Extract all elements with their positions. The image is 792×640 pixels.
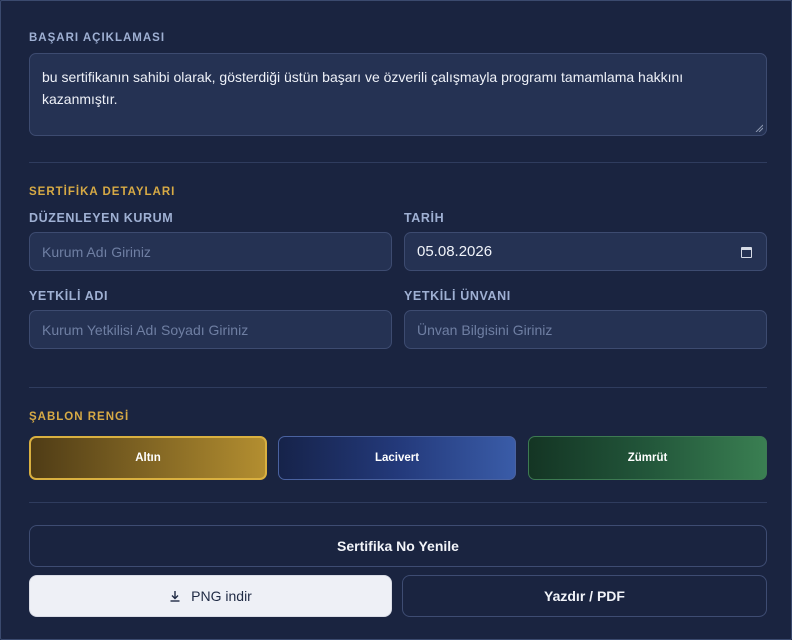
org-label: DÜZENLEYEN KURUM [29,211,174,225]
template-navy-label: Lacivert [374,452,420,464]
calendar-icon[interactable] [741,247,752,258]
achievement-text-line2: kazanmıştır. [42,91,118,107]
renew-label: Sertifika No Yenile [337,538,459,554]
auth-name-placeholder: Kurum Yetkilisi Adı Soyadı Giriniz [42,321,249,338]
divider [29,162,767,163]
renew-certificate-no-button[interactable]: Sertifika No Yenile [29,525,767,567]
auth-name-input[interactable]: Kurum Yetkilisi Adı Soyadı Giriniz [29,310,392,349]
achievement-section-label: BAŞARI AÇIKLAMASI [29,32,166,44]
date-input[interactable]: 05.08.2026 [404,232,767,271]
template-gold-button[interactable]: Altın [29,436,267,480]
achievement-textarea[interactable]: bu sertifikanın sahibi olarak, gösterdiğ… [29,53,767,136]
details-section-label: SERTİFİKA DETAYLARI [29,186,176,198]
certificate-settings-panel: BAŞARI AÇIKLAMASI bu sertifikanın sahibi… [0,0,792,640]
template-gold-label: Altın [135,452,161,464]
achievement-text-line1: bu sertifikanın sahibi olarak, gösterdiğ… [42,69,684,85]
org-input[interactable]: Kurum Adı Giriniz [29,232,392,271]
template-section-label: ŞABLON RENGİ [29,411,130,423]
auth-title-input[interactable]: Ünvan Bilgisini Giriniz [404,310,767,349]
template-emerald-label: Zümrüt [627,452,668,464]
auth-name-label: YETKİLİ ADI [29,289,109,303]
date-value: 05.08.2026 [417,243,493,260]
print-label: Yazdır / PDF [544,588,625,604]
date-label: TARİH [404,211,445,225]
auth-title-label: YETKİLİ ÜNVANI [404,289,511,303]
template-emerald-button[interactable]: Zümrüt [528,436,767,480]
png-download-button[interactable]: PNG indir [29,575,392,617]
print-pdf-button[interactable]: Yazdır / PDF [402,575,767,617]
png-label: PNG indir [191,588,252,604]
org-placeholder: Kurum Adı Giriniz [42,243,151,260]
template-navy-button[interactable]: Lacivert [278,436,516,480]
download-icon [170,591,180,602]
auth-title-placeholder: Ünvan Bilgisini Giriniz [417,321,553,338]
divider [29,387,767,388]
divider [29,502,767,503]
resize-handle-icon[interactable] [755,124,763,132]
